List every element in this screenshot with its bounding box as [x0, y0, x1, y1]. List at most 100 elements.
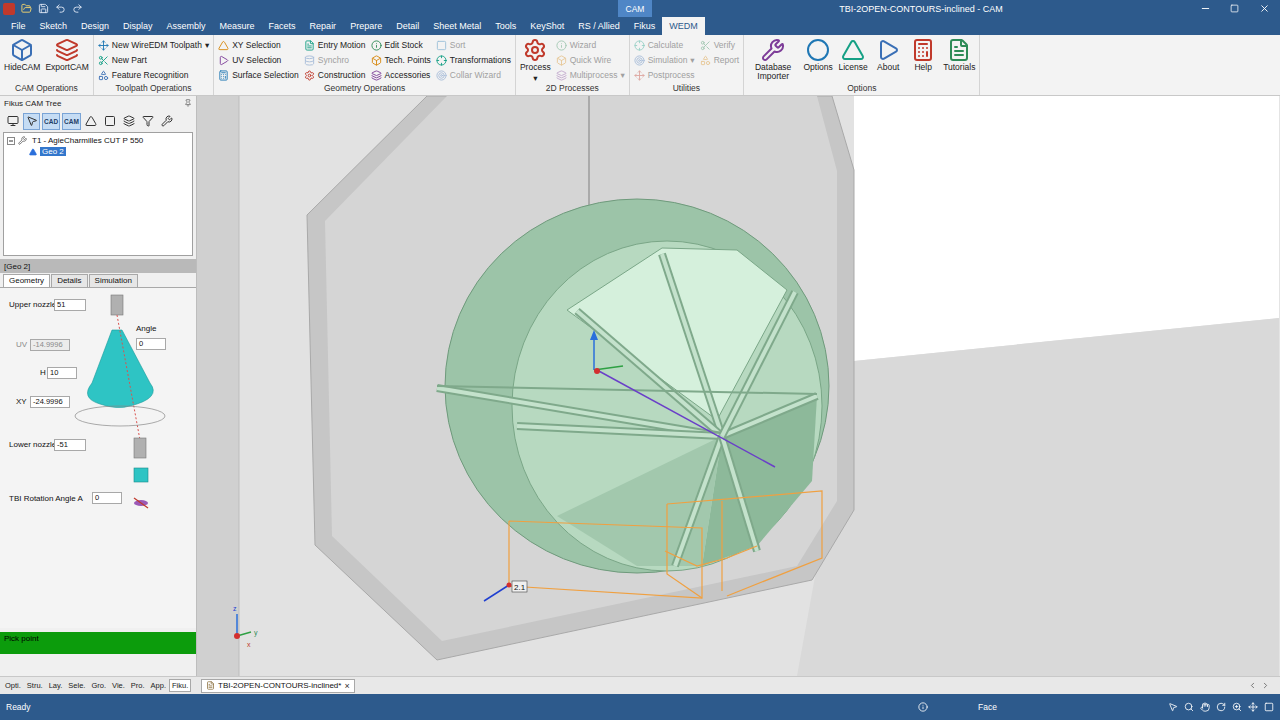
small-button[interactable]: Wizard	[556, 38, 625, 52]
small-button[interactable]: Sort	[436, 38, 511, 52]
small-button[interactable]: Entry Motion	[304, 38, 366, 52]
box-select-icon[interactable]	[1264, 702, 1274, 712]
tree-tool-button[interactable]	[159, 113, 176, 130]
panel-tab[interactable]: Stru.	[24, 679, 46, 692]
menu-tab[interactable]: Sheet Metal	[426, 17, 488, 35]
small-button[interactable]: Verify	[700, 38, 740, 52]
menu-tab[interactable]: KeyShot	[523, 17, 571, 35]
menu-tab[interactable]: Detail	[389, 17, 426, 35]
small-button[interactable]: Tech. Points	[371, 53, 431, 67]
tree-row[interactable]: Geo 2	[7, 146, 189, 157]
maximize-icon[interactable]	[1230, 4, 1239, 13]
menu-tab[interactable]: Tools	[488, 17, 523, 35]
menu-tab[interactable]: File	[4, 17, 33, 35]
minimize-icon[interactable]	[1200, 3, 1211, 14]
small-button[interactable]: Postprocess	[634, 68, 695, 82]
panel-tab[interactable]: App.	[148, 679, 169, 692]
tree-tool-button[interactable]	[83, 113, 100, 130]
panel-tab[interactable]: Pro.	[128, 679, 148, 692]
save-icon[interactable]	[38, 3, 49, 14]
small-button[interactable]: Edit Stock	[371, 38, 431, 52]
redo-icon[interactable]	[72, 3, 83, 14]
viewport[interactable]: 2.1zyx	[197, 96, 1280, 676]
rotation-icon[interactable]	[134, 498, 148, 508]
large-button[interactable]: Help	[908, 38, 938, 72]
large-button[interactable]: ExportCAM	[45, 38, 88, 72]
field-input[interactable]: 0	[136, 338, 166, 350]
large-button[interactable]: Database Importer	[748, 38, 798, 82]
small-button[interactable]: Collar Wizard	[436, 68, 511, 82]
small-button[interactable]: XY Selection	[218, 38, 299, 52]
field-input[interactable]: -24.9996	[30, 396, 70, 408]
menu-tab[interactable]: Sketch	[33, 17, 75, 35]
tree-tool-button[interactable]	[102, 113, 119, 130]
large-button[interactable]: About	[873, 38, 903, 72]
small-button[interactable]: Quick Wire	[556, 53, 625, 67]
field-input[interactable]: -51	[54, 439, 86, 451]
properties-tab[interactable]: Geometry	[3, 274, 50, 287]
workpiece-cylinder[interactable]	[445, 199, 829, 573]
panel-tab[interactable]: Opti.	[2, 679, 24, 692]
field-input[interactable]: 51	[54, 299, 86, 311]
field-input[interactable]: 10	[47, 367, 77, 379]
panel-tab[interactable]: Vie.	[109, 679, 128, 692]
small-button[interactable]: New Part	[98, 53, 209, 67]
small-button[interactable]: New WireEDM Toolpath▾	[98, 38, 209, 52]
large-button[interactable]: HideCAM	[4, 38, 40, 72]
panel-tab[interactable]: Sele.	[65, 679, 88, 692]
menu-tab[interactable]: Design	[74, 17, 116, 35]
menu-tab[interactable]: WEDM	[662, 17, 705, 35]
large-button[interactable]: Process▾	[520, 38, 551, 83]
search-icon[interactable]	[1184, 702, 1194, 712]
small-button[interactable]: Calculate	[634, 38, 695, 52]
move-icon[interactable]	[1248, 702, 1258, 712]
menu-tab[interactable]: Prepare	[343, 17, 389, 35]
pointer-icon[interactable]	[1168, 702, 1178, 712]
small-button[interactable]: Feature Recognition	[98, 68, 209, 82]
small-button[interactable]: Transformations	[436, 53, 511, 67]
properties-tab[interactable]: Simulation	[89, 274, 138, 287]
tree-tool-button[interactable]: CAD	[42, 113, 60, 130]
tree-tool-button[interactable]	[121, 113, 138, 130]
pin-icon[interactable]	[184, 99, 192, 107]
small-button[interactable]: Accessories	[371, 68, 431, 82]
menu-tab[interactable]: Measure	[213, 17, 262, 35]
small-button[interactable]: Surface Selection	[218, 68, 299, 82]
menu-tab[interactable]: Repair	[303, 17, 344, 35]
large-button[interactable]: Options	[803, 38, 833, 72]
small-button[interactable]: Multiprocess▾	[556, 68, 625, 82]
tree-tool-button[interactable]	[140, 113, 157, 130]
rotate-icon[interactable]	[1216, 702, 1226, 712]
scroll-right-icon[interactable]	[1261, 681, 1270, 690]
pan-icon[interactable]	[1200, 702, 1210, 712]
scroll-left-icon[interactable]	[1248, 681, 1257, 690]
field-input[interactable]: 0	[92, 492, 122, 504]
menu-tab[interactable]: Assembly	[160, 17, 213, 35]
small-button[interactable]: UV Selection	[218, 53, 299, 67]
menu-tab[interactable]: Fikus	[627, 17, 663, 35]
close-icon[interactable]	[1259, 3, 1270, 14]
collapse-icon[interactable]	[7, 137, 15, 145]
tree-tool-button[interactable]: CAM	[62, 113, 81, 130]
panel-tab[interactable]: Lay.	[46, 679, 66, 692]
cube-icon[interactable]	[134, 468, 148, 482]
zoom-icon[interactable]	[1232, 702, 1242, 712]
open-icon[interactable]	[21, 3, 32, 14]
properties-tab[interactable]: Details	[51, 274, 87, 287]
small-button[interactable]: Simulation▾	[634, 53, 695, 67]
app-logo-icon[interactable]	[3, 3, 15, 15]
menu-tab[interactable]: Display	[116, 17, 160, 35]
model-scene[interactable]: 2.1zyx	[197, 96, 1279, 676]
small-button[interactable]: Synchro	[304, 53, 366, 67]
panel-tab[interactable]: Fiku.	[169, 679, 191, 692]
large-button[interactable]: License	[838, 38, 868, 72]
undo-icon[interactable]	[55, 3, 66, 14]
tree-row[interactable]: T1 - AgieCharmilles CUT P 550	[7, 135, 189, 146]
panel-tab[interactable]: Gro.	[88, 679, 109, 692]
small-button[interactable]: Construction	[304, 68, 366, 82]
tree-tool-button[interactable]	[23, 113, 40, 130]
menu-tab[interactable]: Facets	[262, 17, 303, 35]
info-icon[interactable]	[918, 702, 928, 712]
menu-tab[interactable]: RS / Allied	[571, 17, 627, 35]
small-button[interactable]: Report	[700, 53, 740, 67]
